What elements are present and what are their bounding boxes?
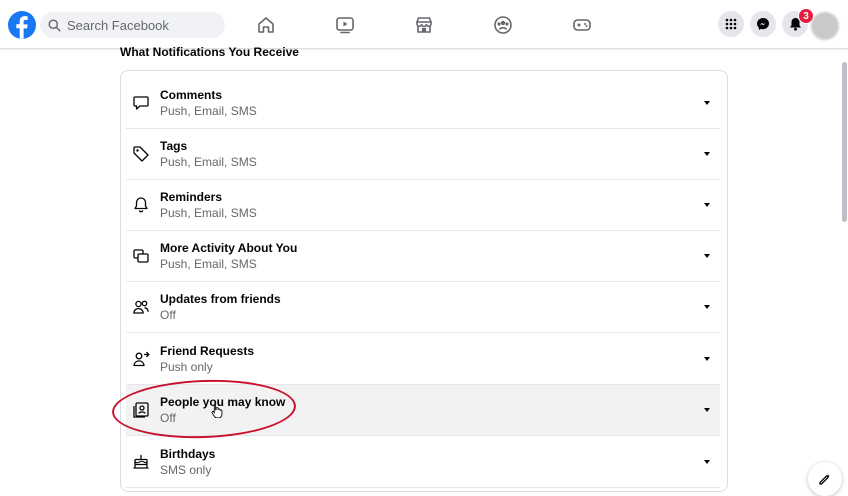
gaming-icon[interactable] xyxy=(572,15,592,35)
cake-icon xyxy=(133,454,149,469)
row-subtitle: Push, Email, SMS xyxy=(160,257,257,271)
notification-row-comments[interactable]: Comments Push, Email, SMS xyxy=(126,78,720,129)
row-title: Reminders xyxy=(160,190,223,204)
home-icon[interactable] xyxy=(256,15,276,35)
menu-grid-icon xyxy=(725,18,737,30)
messenger-button[interactable] xyxy=(750,11,776,37)
tag-icon xyxy=(133,146,149,162)
row-title: Friend Requests xyxy=(160,344,255,358)
row-title: More Activity About You xyxy=(160,241,298,255)
watch-icon[interactable] xyxy=(335,15,355,35)
new-message-button[interactable] xyxy=(808,462,842,496)
row-subtitle: Off xyxy=(160,308,176,322)
row-subtitle: Push only xyxy=(160,360,213,374)
notification-row-more-activity[interactable]: More Activity About You Push, Email, SMS xyxy=(126,231,720,282)
activity-icon xyxy=(133,249,149,263)
avatar[interactable] xyxy=(811,12,839,40)
friend-request-icon xyxy=(133,351,150,367)
notification-row-updates-from-friends[interactable]: Updates from friends Off xyxy=(126,282,720,333)
row-subtitle: Push, Email, SMS xyxy=(160,155,257,169)
chevron-down-icon[interactable] xyxy=(704,152,710,156)
messenger-icon xyxy=(757,18,769,30)
row-title: Updates from friends xyxy=(160,292,281,306)
marketplace-icon[interactable] xyxy=(414,15,434,35)
menu-button[interactable] xyxy=(718,11,744,37)
hand-cursor-icon xyxy=(211,404,223,418)
chevron-down-icon[interactable] xyxy=(704,203,710,207)
scrollbar-thumb[interactable] xyxy=(842,62,847,222)
search-icon xyxy=(48,18,61,32)
compose-icon xyxy=(819,474,830,485)
section-title: What Notifications You Receive xyxy=(120,45,299,59)
chevron-down-icon[interactable] xyxy=(704,408,710,412)
facebook-logo[interactable] xyxy=(8,11,36,39)
notification-row-friend-requests[interactable]: Friend Requests Push only xyxy=(126,334,720,385)
notification-row-reminders[interactable]: Reminders Push, Email, SMS xyxy=(126,180,720,231)
row-title: Comments xyxy=(160,88,223,102)
chevron-down-icon[interactable] xyxy=(704,460,710,464)
row-subtitle: Push, Email, SMS xyxy=(160,206,257,220)
bell-icon xyxy=(134,197,148,213)
friends-icon xyxy=(133,300,149,314)
chevron-down-icon[interactable] xyxy=(704,305,710,309)
search-input[interactable] xyxy=(67,17,217,33)
chevron-down-icon[interactable] xyxy=(704,254,710,258)
row-title: Tags xyxy=(160,139,188,153)
chevron-down-icon[interactable] xyxy=(704,101,710,105)
notification-row-birthdays[interactable]: Birthdays SMS only xyxy=(126,437,720,488)
row-subtitle: Push, Email, SMS xyxy=(160,104,257,118)
row-subtitle: SMS only xyxy=(160,463,212,477)
notification-row-tags[interactable]: Tags Push, Email, SMS xyxy=(126,129,720,180)
top-navigation-bar: 3 xyxy=(0,0,848,49)
groups-icon[interactable] xyxy=(493,15,513,35)
chevron-down-icon[interactable] xyxy=(704,357,710,361)
comment-icon xyxy=(133,96,149,110)
row-title: Birthdays xyxy=(160,447,216,461)
search-box[interactable] xyxy=(40,12,225,38)
